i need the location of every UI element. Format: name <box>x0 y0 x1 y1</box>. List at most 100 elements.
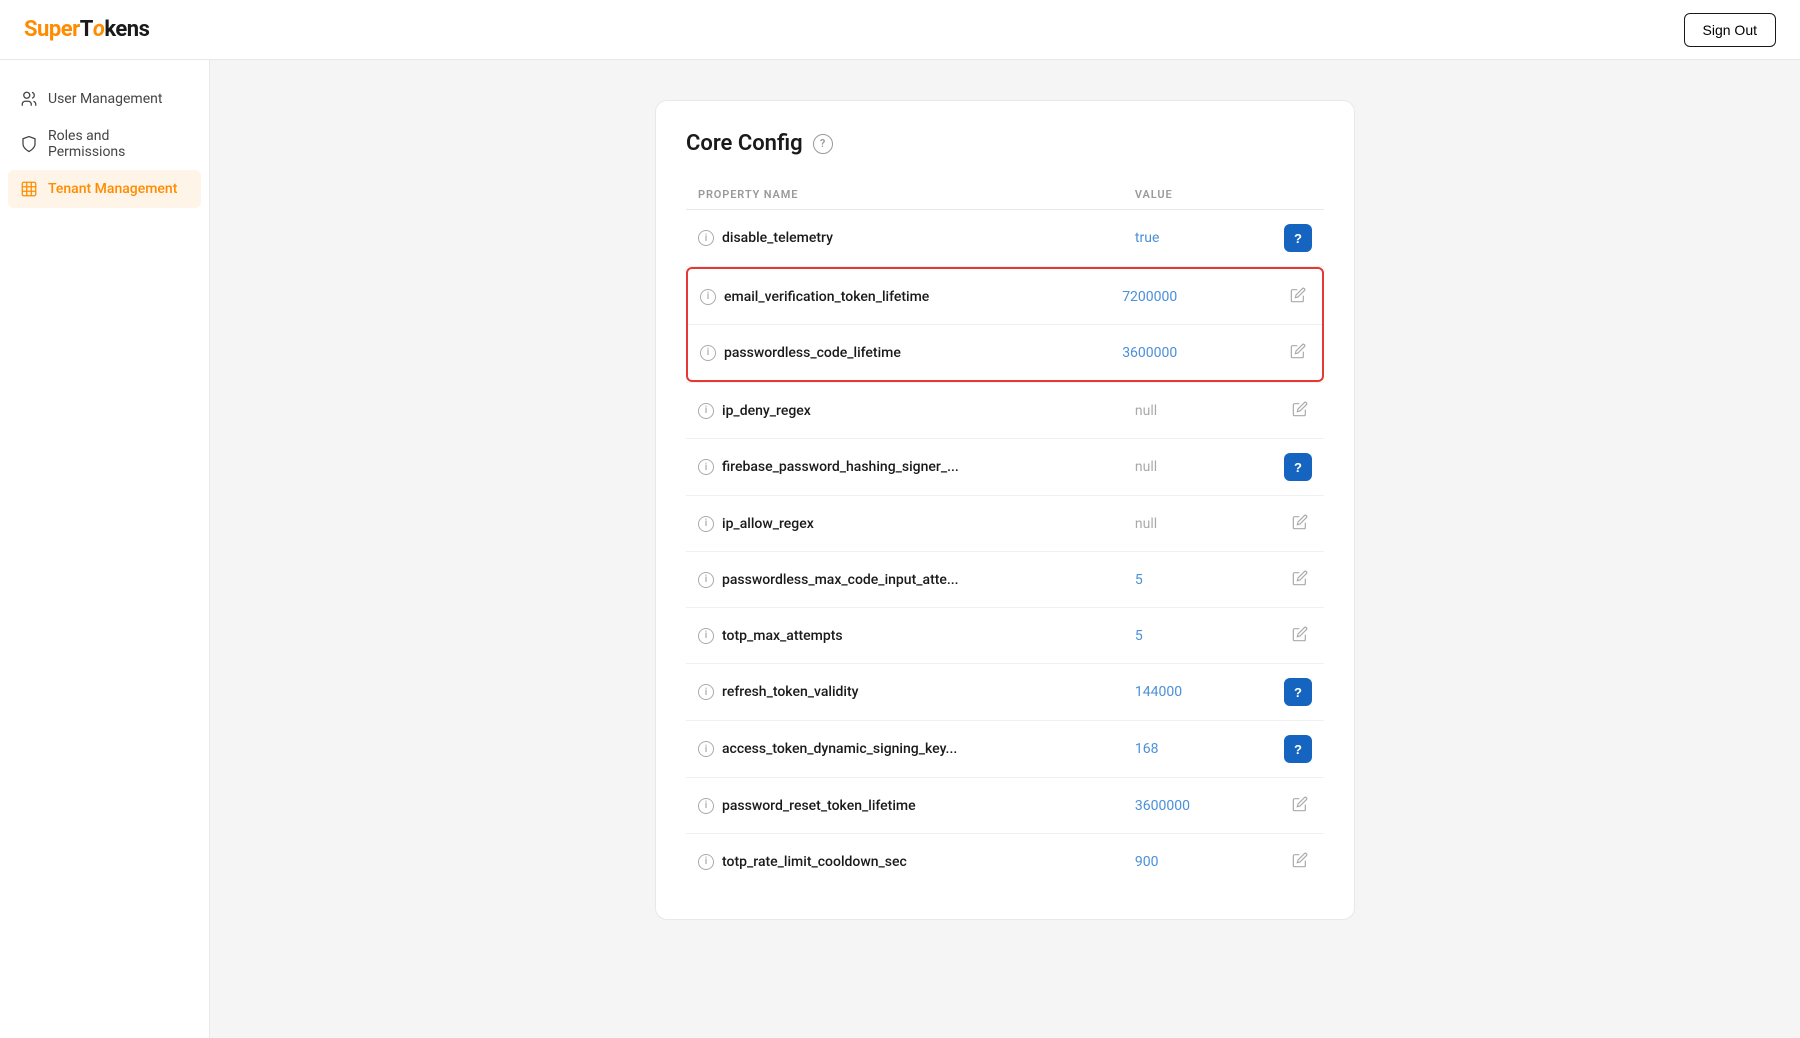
prop-name-text-access_token_dynamic_signing_key: access_token_dynamic_signing_key... <box>722 741 957 757</box>
core-config-card: Core Config ? PROPERTY NAME VALUE i disa… <box>655 100 1355 920</box>
table-row: i disable_telemetry true ? <box>686 210 1324 267</box>
action-cell-passwordless_max_code_input_atte <box>1244 552 1324 608</box>
value-cell-email_verification_token_lifetime: 7200000 <box>1110 269 1242 325</box>
value-cell-totp_max_attempts: 5 <box>1123 608 1244 664</box>
sidebar-item-roles-permissions[interactable]: Roles and Permissions <box>0 118 209 170</box>
shield-icon <box>20 135 38 153</box>
prop-info-icon-access_token_dynamic_signing_key[interactable]: i <box>698 741 714 757</box>
prop-info-icon-passwordless_code_lifetime[interactable]: i <box>700 345 716 361</box>
prop-name-text-totp_rate_limit_cooldown_sec: totp_rate_limit_cooldown_sec <box>722 854 907 870</box>
prop-name-text-totp_max_attempts: totp_max_attempts <box>722 628 843 644</box>
value-cell-refresh_token_validity: 144000 <box>1123 664 1244 721</box>
col-property-name: PROPERTY NAME <box>686 180 1123 210</box>
action-cell-ip_allow_regex <box>1244 496 1324 552</box>
action-cell-access_token_dynamic_signing_key: ? <box>1244 721 1324 778</box>
sidebar-item-tenant-management[interactable]: Tenant Management <box>8 170 201 208</box>
config-table: PROPERTY NAME VALUE i disable_telemetry … <box>686 180 1324 889</box>
prop-info-icon-refresh_token_validity[interactable]: i <box>698 684 714 700</box>
body-layout: User Management Roles and Permissions Te… <box>0 60 1800 1038</box>
prop-name-cell-access_token_dynamic_signing_key: i access_token_dynamic_signing_key... <box>698 741 1111 757</box>
prop-info-icon-ip_deny_regex[interactable]: i <box>698 403 714 419</box>
prop-name-text-firebase_password_hashing_signer: firebase_password_hashing_signer_... <box>722 459 959 475</box>
action-cell-totp_max_attempts <box>1244 608 1324 664</box>
highlight-group-wrapper: i email_verification_token_lifetime 7200… <box>686 267 1324 383</box>
prop-info-icon-totp_rate_limit_cooldown_sec[interactable]: i <box>698 854 714 870</box>
prop-info-icon-disable_telemetry[interactable]: i <box>698 230 714 246</box>
logo-tokens: Tokens <box>80 17 150 42</box>
prop-name-text-passwordless_max_code_input_atte: passwordless_max_code_input_atte... <box>722 572 959 588</box>
prop-name-cell-disable_telemetry: i disable_telemetry <box>698 230 1111 246</box>
value-cell-disable_telemetry: true <box>1123 210 1244 267</box>
table-row: i totp_rate_limit_cooldown_sec 900 <box>686 834 1324 890</box>
prop-info-icon-totp_max_attempts[interactable]: i <box>698 628 714 644</box>
table-row: i ip_allow_regex null <box>686 496 1324 552</box>
action-cell-password_reset_token_lifetime <box>1244 778 1324 834</box>
value-cell-ip_allow_regex: null <box>1123 496 1244 552</box>
value-cell-passwordless_code_lifetime: 3600000 <box>1110 325 1242 381</box>
prop-name-cell-password_reset_token_lifetime: i password_reset_token_lifetime <box>698 798 1111 814</box>
action-cell-totp_rate_limit_cooldown_sec <box>1244 834 1324 890</box>
prop-name-cell-refresh_token_validity: i refresh_token_validity <box>698 684 1111 700</box>
prop-info-icon-passwordless_max_code_input_atte[interactable]: i <box>698 572 714 588</box>
card-help-icon[interactable]: ? <box>813 134 833 154</box>
sidebar-label-user-management: User Management <box>48 91 162 107</box>
col-value: VALUE <box>1123 180 1244 210</box>
edit-button-totp_max_attempts[interactable] <box>1288 622 1312 649</box>
action-cell-refresh_token_validity: ? <box>1244 664 1324 721</box>
table-row: i refresh_token_validity 144000 ? <box>686 664 1324 721</box>
prop-info-icon-firebase_password_hashing_signer[interactable]: i <box>698 459 714 475</box>
prop-name-cell-totp_max_attempts: i totp_max_attempts <box>698 628 1111 644</box>
info-button-disable_telemetry[interactable]: ? <box>1284 224 1312 252</box>
edit-button-ip_allow_regex[interactable] <box>1288 510 1312 537</box>
sign-out-button[interactable]: Sign Out <box>1684 13 1776 47</box>
sidebar: User Management Roles and Permissions Te… <box>0 60 210 1038</box>
action-cell-disable_telemetry: ? <box>1244 210 1324 267</box>
sidebar-label-tenant-management: Tenant Management <box>48 181 177 197</box>
action-cell-firebase_password_hashing_signer: ? <box>1244 439 1324 496</box>
logo-super: Super <box>24 17 80 42</box>
table-row: i passwordless_max_code_input_atte... 5 <box>686 552 1324 608</box>
card-title-text: Core Config <box>686 131 803 156</box>
prop-name-text-email_verification_token_lifetime: email_verification_token_lifetime <box>724 289 929 305</box>
app-header: SuperTokens Sign Out <box>0 0 1800 60</box>
edit-button-ip_deny_regex[interactable] <box>1288 397 1312 424</box>
table-row: i firebase_password_hashing_signer_... n… <box>686 439 1324 496</box>
prop-name-cell-email_verification_token_lifetime: i email_verification_token_lifetime <box>700 289 1098 305</box>
edit-button-passwordless_max_code_input_atte[interactable] <box>1288 566 1312 593</box>
highlight-box: i email_verification_token_lifetime 7200… <box>686 267 1324 382</box>
info-button-refresh_token_validity[interactable]: ? <box>1284 678 1312 706</box>
building-icon <box>20 180 38 198</box>
value-cell-totp_rate_limit_cooldown_sec: 900 <box>1123 834 1244 890</box>
table-row: i passwordless_code_lifetime 3600000 <box>688 325 1322 381</box>
prop-info-icon-email_verification_token_lifetime[interactable]: i <box>700 289 716 305</box>
value-cell-passwordless_max_code_input_atte: 5 <box>1123 552 1244 608</box>
prop-name-text-password_reset_token_lifetime: password_reset_token_lifetime <box>722 798 916 814</box>
prop-name-text-disable_telemetry: disable_telemetry <box>722 230 833 246</box>
edit-button-email_verification_token_lifetime[interactable] <box>1286 283 1310 310</box>
info-button-firebase_password_hashing_signer[interactable]: ? <box>1284 453 1312 481</box>
prop-name-cell-passwordless_max_code_input_atte: i passwordless_max_code_input_atte... <box>698 572 1111 588</box>
prop-info-icon-ip_allow_regex[interactable]: i <box>698 516 714 532</box>
main-content: Core Config ? PROPERTY NAME VALUE i disa… <box>210 60 1800 1038</box>
action-cell-passwordless_code_lifetime <box>1242 325 1322 381</box>
prop-name-text-ip_deny_regex: ip_deny_regex <box>722 403 811 419</box>
prop-name-cell-firebase_password_hashing_signer: i firebase_password_hashing_signer_... <box>698 459 1111 475</box>
edit-button-password_reset_token_lifetime[interactable] <box>1288 792 1312 819</box>
table-row: i password_reset_token_lifetime 3600000 <box>686 778 1324 834</box>
sidebar-item-user-management[interactable]: User Management <box>0 80 209 118</box>
card-title-area: Core Config ? <box>686 131 1324 156</box>
prop-name-cell-ip_allow_regex: i ip_allow_regex <box>698 516 1111 532</box>
action-cell-email_verification_token_lifetime <box>1242 269 1322 325</box>
sidebar-label-roles-permissions: Roles and Permissions <box>48 128 189 160</box>
prop-name-cell-passwordless_code_lifetime: i passwordless_code_lifetime <box>700 345 1098 361</box>
edit-button-passwordless_code_lifetime[interactable] <box>1286 339 1310 366</box>
prop-name-text-ip_allow_regex: ip_allow_regex <box>722 516 814 532</box>
info-button-access_token_dynamic_signing_key[interactable]: ? <box>1284 735 1312 763</box>
action-cell-ip_deny_regex <box>1244 383 1324 439</box>
table-row: i totp_max_attempts 5 <box>686 608 1324 664</box>
edit-button-totp_rate_limit_cooldown_sec[interactable] <box>1288 848 1312 875</box>
users-icon <box>20 90 38 108</box>
prop-name-cell-totp_rate_limit_cooldown_sec: i totp_rate_limit_cooldown_sec <box>698 854 1111 870</box>
prop-name-cell-ip_deny_regex: i ip_deny_regex <box>698 403 1111 419</box>
prop-info-icon-password_reset_token_lifetime[interactable]: i <box>698 798 714 814</box>
